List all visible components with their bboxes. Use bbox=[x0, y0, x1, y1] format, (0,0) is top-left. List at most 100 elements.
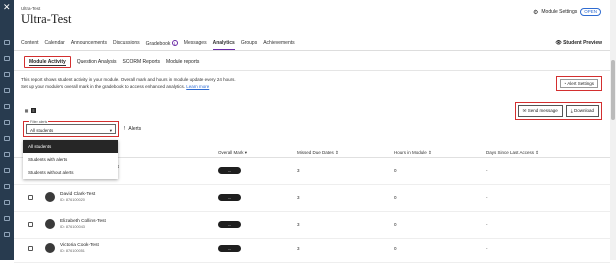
alerts-filter[interactable]: ! Alerts bbox=[124, 126, 141, 132]
module-settings[interactable]: ⚙ Module Settings OPEN bbox=[533, 8, 601, 16]
missed-due-dates: 3 bbox=[297, 246, 300, 251]
nav-icon[interactable] bbox=[4, 200, 10, 205]
scrollbar[interactable] bbox=[610, 0, 616, 260]
col-days-since-access[interactable]: Days Since Last Access ⇕ bbox=[486, 150, 539, 156]
option-with-alerts[interactable]: Students with alerts bbox=[23, 153, 118, 166]
option-all-students[interactable]: All students bbox=[23, 140, 118, 153]
nav-icon[interactable] bbox=[4, 184, 10, 189]
alert-settings-button[interactable]: ◔ Alert Settings bbox=[559, 79, 598, 88]
nav-icon[interactable] bbox=[4, 72, 10, 77]
course-tabs: Content Calendar Announcements Discussio… bbox=[21, 40, 295, 50]
tab-content[interactable]: Content bbox=[21, 40, 39, 50]
col-hours-in-module[interactable]: Hours in Module ⇕ bbox=[394, 150, 432, 156]
subtab-module-reports[interactable]: Module reports bbox=[166, 56, 199, 68]
overall-mark-pill[interactable]: -- bbox=[218, 221, 241, 228]
nav-icon[interactable] bbox=[4, 88, 10, 93]
breadcrumb[interactable]: Ultra-Test bbox=[21, 6, 40, 11]
nav-icon[interactable] bbox=[4, 168, 10, 173]
student-id: ID: 876100051 bbox=[60, 249, 85, 253]
preview-icon: 👁 bbox=[555, 40, 562, 46]
filter-alerts-select[interactable]: All students ▾ bbox=[26, 124, 116, 134]
days-since-access: - bbox=[486, 246, 488, 251]
overall-mark-pill[interactable]: -- bbox=[218, 245, 241, 252]
days-since-access: - bbox=[486, 168, 488, 173]
nav-icon[interactable] bbox=[4, 216, 10, 221]
tab-achievements[interactable]: Achievements bbox=[263, 40, 294, 50]
nav-icon[interactable] bbox=[4, 152, 10, 157]
days-since-access: - bbox=[486, 195, 488, 200]
actions-highlight: ✉ Send message ⤓ Download bbox=[514, 102, 602, 120]
subtab-module-activity[interactable]: Module Activity bbox=[24, 56, 71, 68]
filter-alerts-label: Filter alerts bbox=[29, 120, 49, 124]
nav-icon[interactable] bbox=[4, 136, 10, 141]
analytics-subtabs: Module Activity Question Analysis SCORM … bbox=[24, 56, 199, 68]
hours-in-module: 0 bbox=[394, 246, 397, 251]
col-days-label: Days Since Last Access bbox=[486, 150, 535, 155]
missed-due-dates: 3 bbox=[297, 168, 300, 173]
download-button[interactable]: ⤓ Download bbox=[565, 105, 599, 117]
subtab-label: Module Activity bbox=[29, 59, 66, 66]
avatar bbox=[45, 219, 55, 229]
row-checkbox[interactable] bbox=[28, 246, 33, 251]
subtab-question-analysis[interactable]: Question Analysis bbox=[77, 56, 117, 68]
col-missed-label: Missed Due Dates bbox=[297, 150, 334, 155]
missed-due-dates: 3 bbox=[297, 222, 300, 227]
module-settings-label[interactable]: Module Settings bbox=[541, 9, 577, 15]
alert-settings-label: Alert Settings bbox=[567, 81, 594, 86]
grid-view-icon[interactable]: ▦ bbox=[24, 108, 29, 113]
tab-calendar[interactable]: Calendar bbox=[45, 40, 65, 50]
student-name[interactable]: David Clark-Test bbox=[60, 192, 95, 197]
tab-groups[interactable]: Groups bbox=[241, 40, 257, 50]
status-badge[interactable]: OPEN bbox=[580, 8, 601, 16]
nav-icon[interactable] bbox=[4, 232, 10, 237]
list-view-icon[interactable]: ≡ bbox=[31, 108, 36, 113]
tab-analytics[interactable]: Analytics bbox=[212, 40, 235, 50]
chevron-down-icon: ▾ bbox=[109, 128, 112, 133]
row-checkbox[interactable] bbox=[28, 195, 33, 200]
filter-dropdown: All students Students with alerts Studen… bbox=[23, 140, 118, 179]
tab-gradebook-label: Gradebook bbox=[145, 41, 171, 47]
tab-announcements[interactable]: Announcements bbox=[71, 40, 107, 50]
nav-icon[interactable] bbox=[4, 56, 10, 61]
tab-discussions[interactable]: Discussions bbox=[113, 40, 140, 50]
col-overall-mark[interactable]: Overall Mark ▾ bbox=[218, 150, 247, 156]
nav-icon[interactable] bbox=[4, 104, 10, 109]
hours-in-module: 0 bbox=[394, 168, 397, 173]
col-missed-due-dates[interactable]: Missed Due Dates ⇕ bbox=[297, 150, 339, 156]
table-row: Victoria Cook-Test ID: 876100051 -- 3 0 … bbox=[14, 236, 610, 263]
avatar bbox=[45, 243, 55, 253]
learn-more-link[interactable]: Learn more bbox=[186, 84, 209, 89]
filter-value: All students bbox=[30, 128, 54, 133]
hours-in-module: 0 bbox=[394, 222, 397, 227]
student-name[interactable]: Victoria Cook-Test bbox=[60, 243, 99, 248]
view-toggle: ▦ ≡ bbox=[24, 108, 36, 113]
download-label: Download bbox=[573, 108, 594, 113]
filter-icon: ▾ bbox=[244, 150, 248, 155]
overall-mark-pill[interactable]: -- bbox=[218, 194, 241, 201]
student-id: ID: 876100043 bbox=[60, 225, 85, 229]
divider bbox=[14, 50, 610, 51]
student-name[interactable]: Elizabeth Collins-Test bbox=[60, 219, 106, 224]
close-icon[interactable]: ✕ bbox=[3, 3, 11, 12]
gear-icon: ⚙ bbox=[532, 9, 539, 16]
main-content: Ultra-Test Ultra-Test ⚙ Module Settings … bbox=[14, 0, 610, 263]
option-without-alerts[interactable]: Students without alerts bbox=[23, 166, 118, 179]
overall-mark-pill[interactable]: -- bbox=[218, 167, 241, 174]
row-checkbox[interactable] bbox=[28, 222, 33, 227]
scrollbar-thumb[interactable] bbox=[611, 60, 615, 120]
nav-icon[interactable] bbox=[4, 120, 10, 125]
mail-icon: ✉ bbox=[522, 108, 527, 113]
sort-icon: ⇕ bbox=[335, 150, 339, 155]
sort-icon: ⇕ bbox=[428, 150, 432, 155]
divider bbox=[14, 70, 610, 71]
tab-messages[interactable]: Messages bbox=[184, 40, 207, 50]
col-hours-label: Hours in Module bbox=[394, 150, 427, 155]
gradebook-count-badge: 1 bbox=[171, 40, 178, 46]
side-rail: ✕ bbox=[0, 0, 14, 260]
student-preview-button[interactable]: 👁 Student Preview bbox=[555, 40, 602, 46]
nav-icon[interactable] bbox=[4, 40, 10, 45]
tab-gradebook[interactable]: Gradebook 1 bbox=[146, 40, 178, 50]
send-message-button[interactable]: ✉ Send message bbox=[517, 105, 563, 117]
subtab-scorm-reports[interactable]: SCORM Reports bbox=[123, 56, 161, 68]
filter-alerts-highlight: Filter alerts All students ▾ bbox=[23, 120, 119, 137]
